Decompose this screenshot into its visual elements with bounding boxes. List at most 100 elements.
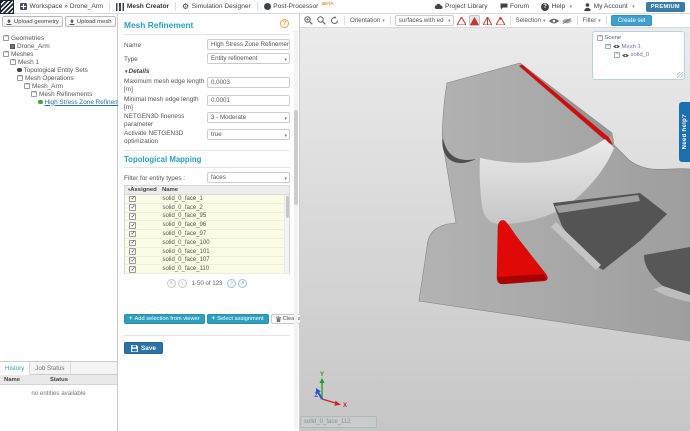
pick-edge-button[interactable] <box>482 15 493 26</box>
collapse-icon[interactable] <box>10 59 16 65</box>
collapse-icon[interactable] <box>31 91 37 97</box>
assigned-checkbox[interactable] <box>129 196 136 203</box>
tree-item-mesh-operations[interactable]: Mesh Operations <box>0 74 118 82</box>
tab-history[interactable]: History <box>0 362 30 375</box>
add-selection-from-viewer-button[interactable]: Add selection from viewer <box>124 314 205 324</box>
workspace-breadcrumb[interactable]: Workspace » Drone_Arm <box>14 0 109 14</box>
viewer-3d[interactable]: Y X Z Scene Mesh 1 so <box>300 28 690 431</box>
table-scrollbar[interactable] <box>284 195 289 273</box>
table-row[interactable]: solid_0_face_2 <box>125 204 289 213</box>
assigned-checkbox[interactable] <box>129 248 136 255</box>
project-library-button[interactable]: Project Library <box>428 0 494 14</box>
tab-simulation-designer[interactable]: Simulation Designer <box>176 0 257 14</box>
table-row[interactable]: solid_0_face_1 <box>125 195 289 204</box>
eye-icon[interactable] <box>622 53 629 58</box>
eye-icon[interactable] <box>613 44 620 49</box>
my-account-menu[interactable]: My Account <box>578 0 641 14</box>
select-assignment-button[interactable]: Select assignment <box>207 314 269 324</box>
mesh-creator-icon <box>116 3 124 11</box>
collapse-icon[interactable] <box>605 44 611 50</box>
fineness-parameter-select[interactable]: 3 - Moderate <box>207 112 290 123</box>
tree-item-meshes[interactable]: Meshes <box>0 50 118 58</box>
selection-dropdown[interactable]: Selection <box>515 17 547 24</box>
tree-item-topological-entity-sets[interactable]: Topological Entity Sets <box>0 66 118 74</box>
table-row[interactable]: solid_0_face_100 <box>125 239 289 248</box>
zoom-fit-button[interactable] <box>316 15 327 26</box>
hide-selected-button[interactable] <box>562 15 573 26</box>
resize-handle[interactable] <box>677 72 683 78</box>
tree-item-mesh-refinements[interactable]: Mesh Refinements <box>0 90 118 98</box>
upload-geometry-button[interactable]: Upload geometry <box>2 16 63 27</box>
table-row[interactable]: solid_0_face_101 <box>125 248 289 257</box>
forum-label: Forum <box>510 3 529 10</box>
collapse-icon[interactable] <box>3 35 9 41</box>
last-page-button[interactable] <box>238 279 247 288</box>
upload-mesh-button[interactable]: Upload mesh <box>65 16 116 27</box>
help-circle-icon[interactable] <box>280 19 289 28</box>
forum-button[interactable]: Forum <box>494 0 536 14</box>
assigned-checkbox[interactable] <box>129 222 136 229</box>
optimization-select[interactable]: true <box>207 129 290 140</box>
scene-tree-root[interactable]: Scene <box>597 35 680 41</box>
collapse-icon[interactable] <box>614 52 620 58</box>
tab-job-status[interactable]: Job Status <box>30 362 70 374</box>
type-select[interactable]: Entity refinement <box>207 53 290 64</box>
collapse-icon[interactable] <box>3 51 9 57</box>
pick-vertex-button[interactable] <box>495 15 506 26</box>
help-menu[interactable]: Help <box>535 0 578 14</box>
name-input[interactable]: High Stress Zone Refinement <box>207 39 290 50</box>
assigned-checkbox[interactable] <box>129 257 136 264</box>
table-row[interactable]: solid_0_face_110 <box>125 265 289 274</box>
filter-dropdown[interactable]: Filter <box>582 17 602 24</box>
name-label: Name <box>124 42 206 50</box>
model-canvas[interactable]: Y X Z <box>300 28 690 431</box>
collapse-icon[interactable] <box>24 83 30 89</box>
create-set-button[interactable]: Create set <box>611 15 653 26</box>
collapse-icon[interactable] <box>597 35 603 41</box>
tree-item-geometries[interactable]: Geometries <box>0 34 118 42</box>
form-scrollbar[interactable] <box>294 30 298 429</box>
need-help-tab[interactable]: Need help? <box>679 102 690 162</box>
tree-item-drone-arm[interactable]: Drone_Arm <box>0 42 118 50</box>
scene-tree-mesh[interactable]: Mesh 1 <box>597 44 680 50</box>
table-row[interactable]: solid_0_face_96 <box>125 221 289 230</box>
tree-item-high-stress-zone-refinement[interactable]: High Stress Zone Refinement <box>0 98 118 106</box>
table-row[interactable]: solid_0_face_107 <box>125 257 289 266</box>
assigned-checkbox[interactable] <box>129 204 136 211</box>
entity-filter-select[interactable]: faces <box>207 172 290 183</box>
pick-volume-button[interactable] <box>456 15 467 26</box>
tab-post-processor[interactable]: Post-Processor BETA <box>258 0 340 14</box>
details-section-toggle[interactable]: Details <box>124 68 149 75</box>
scrollbar-thumb[interactable] <box>286 196 290 218</box>
show-selected-button[interactable] <box>549 15 560 26</box>
collapse-icon[interactable] <box>17 75 23 81</box>
min-edge-length-input[interactable]: 0.0001 <box>207 95 290 106</box>
assigned-checkbox[interactable] <box>129 231 136 238</box>
tab-mesh-creator[interactable]: Mesh Creator <box>110 0 175 14</box>
table-row[interactable]: solid_0_face_97 <box>125 230 289 239</box>
save-button[interactable]: Save <box>124 342 163 354</box>
premium-badge: PREMIUM <box>646 2 685 12</box>
table-row[interactable]: solid_0_face_95 <box>125 213 289 222</box>
scrollbar-thumb[interactable] <box>294 110 298 205</box>
zoom-in-button[interactable] <box>303 15 314 26</box>
first-page-button[interactable] <box>167 279 176 288</box>
tree-item-mesh-arm[interactable]: Mesh_Arm <box>0 82 118 90</box>
assigned-checkbox[interactable] <box>129 213 136 220</box>
pick-face-button[interactable] <box>469 15 480 26</box>
assigned-checkbox[interactable] <box>129 266 136 273</box>
name-column-header[interactable]: Name <box>162 187 178 193</box>
assigned-checkbox[interactable] <box>129 240 136 247</box>
next-page-button[interactable] <box>227 279 236 288</box>
tree-item-mesh-1[interactable]: Mesh 1 <box>0 58 118 66</box>
orientation-dropdown[interactable]: Orientation <box>349 17 386 24</box>
render-mode-select[interactable]: surfaces with ed <box>395 15 454 26</box>
max-edge-length-input[interactable]: 0.0003 <box>207 77 290 88</box>
simscale-logo-icon[interactable] <box>0 0 14 14</box>
scene-tree-solid[interactable]: solid_0 <box>597 52 680 58</box>
assigned-column-header[interactable]: Assigned <box>125 187 162 193</box>
reset-view-button[interactable] <box>329 15 340 26</box>
previous-page-button[interactable] <box>178 279 187 288</box>
refinement-icon <box>38 100 43 105</box>
picked-entity-input[interactable]: solid_0_face_112 <box>300 416 377 428</box>
